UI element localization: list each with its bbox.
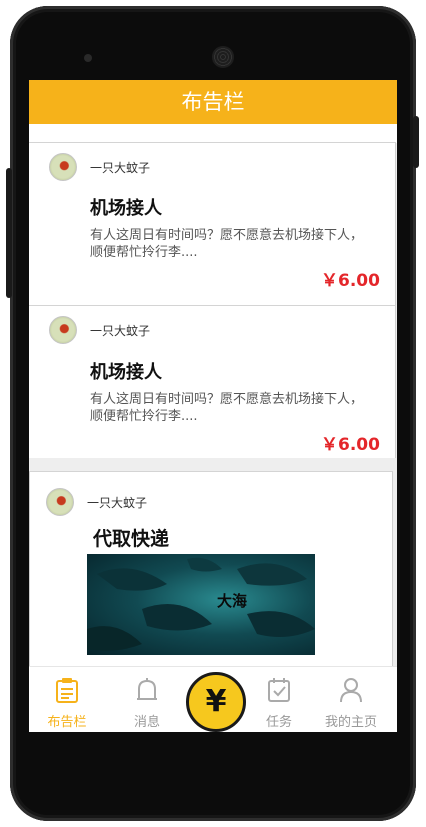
post-title: 机场接人 [90, 362, 162, 383]
top-spacer [29, 124, 397, 143]
nav-label-bulletin: 布告栏 [47, 715, 87, 730]
nav-item-profile[interactable]: 我的主页 [315, 667, 387, 732]
publish-button[interactable]: ¥ [186, 672, 246, 732]
speaker [212, 46, 234, 68]
page-title: 布告栏 [29, 80, 397, 124]
poster-title: 大海 [217, 592, 248, 610]
whale-silhouettes [87, 557, 315, 651]
post-author: 一只大蚊子 [90, 324, 151, 338]
nav-label-tasks: 任务 [265, 715, 292, 730]
nav-item-tasks[interactable]: 任务 [243, 667, 315, 732]
post-author: 一只大蚊子 [90, 161, 151, 175]
nav-label-messages: 消息 [133, 715, 160, 730]
nav-item-messages[interactable]: 消息 [111, 667, 183, 732]
post-title: 代取快递 [93, 528, 170, 550]
nav-label-profile: 我的主页 [324, 715, 377, 730]
post-image[interactable]: 大海 [87, 554, 315, 655]
app-screen: 布告栏 一只大蚊子 机场接人 有人这周日有时间吗？愿不愿意去机场接下人，顺便帮忙… [29, 80, 397, 732]
camera [84, 54, 92, 62]
post-author: 一只大蚊子 [87, 496, 148, 510]
post-price: ￥6.00 [321, 271, 380, 291]
post-card[interactable]: 一只大蚊子 机场接人 有人这周日有时间吗？愿不愿意去机场接下人，顺便帮忙拎行李.… [29, 305, 396, 458]
user-icon [340, 678, 362, 703]
post-description: 有人这周日有时间吗？愿不愿意去机场接下人，顺便帮忙拎行李.... [90, 392, 364, 424]
bell-icon [137, 678, 157, 700]
post-card[interactable]: 一只大蚊子 机场接人 有人这周日有时间吗？愿不愿意去机场接下人，顺便帮忙拎行李.… [29, 142, 396, 305]
avatar[interactable] [49, 153, 77, 181]
power-button [413, 116, 419, 168]
post-price: ￥6.00 [321, 435, 380, 455]
post-description: 有人这周日有时间吗？愿不愿意去机场接下人，顺便帮忙拎行李.... [90, 228, 364, 260]
task-check-icon [268, 678, 290, 702]
volume-button [6, 168, 12, 298]
post-title: 机场接人 [90, 198, 162, 219]
clipboard-icon [56, 678, 78, 703]
avatar[interactable] [49, 316, 77, 344]
nav-item-bulletin[interactable]: 布告栏 [31, 667, 103, 732]
avatar[interactable] [46, 488, 74, 516]
